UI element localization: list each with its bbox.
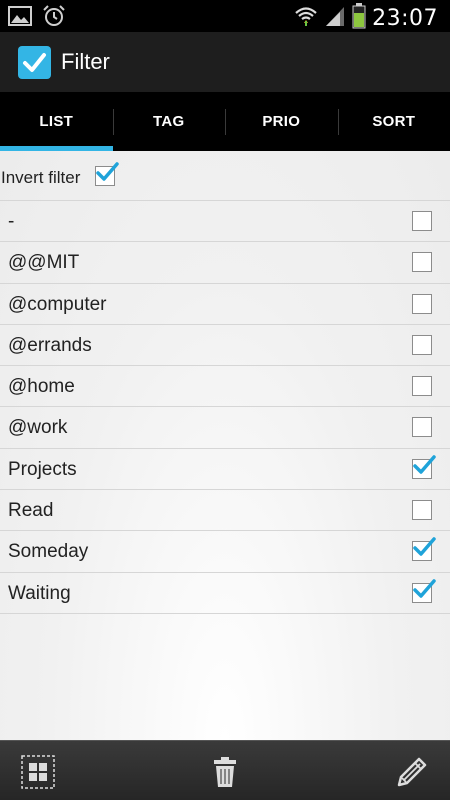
battery-icon <box>352 3 366 34</box>
select-all-icon[interactable] <box>21 755 55 789</box>
checkbox-box <box>412 537 436 562</box>
list-item-checkbox[interactable] <box>412 293 432 314</box>
invert-filter-row[interactable]: Invert filter <box>0 151 450 201</box>
list-item-label: @home <box>8 376 75 398</box>
list-item-label: @@MIT <box>8 252 80 274</box>
alarm-icon <box>42 5 66 32</box>
checkbox-box <box>412 252 432 273</box>
checkbox-box <box>412 334 432 355</box>
checkmark-icon <box>413 578 436 598</box>
tab-label: LIST <box>39 113 74 130</box>
tab-label: SORT <box>372 113 416 130</box>
checkbox-box <box>95 162 119 186</box>
list-item[interactable]: Someday <box>0 531 450 573</box>
list-item[interactable]: Projects <box>0 449 450 491</box>
tab-prio[interactable]: PRIO <box>225 92 338 151</box>
edit-icon[interactable] <box>395 755 429 789</box>
checkbox-box <box>412 376 432 397</box>
list-item-checkbox[interactable] <box>412 417 432 438</box>
list-item-checkbox[interactable] <box>412 252 432 273</box>
filter-list: - @@MIT @computer @errands @home @work Project… <box>0 201 450 614</box>
signal-icon <box>324 4 346 33</box>
tab-tag[interactable]: TAG <box>112 92 226 151</box>
list-item[interactable]: @computer <box>0 284 450 325</box>
list-item-checkbox[interactable] <box>412 334 432 355</box>
checkbox-box <box>412 211 432 231</box>
list-item-checkbox[interactable] <box>412 500 432 521</box>
bottom-bar <box>0 740 450 800</box>
list-item[interactable]: - <box>0 201 450 243</box>
list-item-label: Someday <box>8 541 89 563</box>
checkbox-app-icon[interactable] <box>17 45 52 80</box>
list-item[interactable]: @@MIT <box>0 242 450 284</box>
list-item[interactable]: @home <box>0 366 450 408</box>
checkbox-box <box>412 293 432 314</box>
list-item-label: @errands <box>8 334 92 356</box>
checkbox-box <box>412 500 432 521</box>
list-item[interactable]: @work <box>0 407 450 449</box>
tab-label: TAG <box>153 113 185 130</box>
list-item[interactable]: Read <box>0 490 450 532</box>
checkbox-box <box>412 417 432 438</box>
list-item-checkbox[interactable] <box>412 376 432 397</box>
invert-filter-checkbox[interactable] <box>95 162 119 186</box>
list-item-checkbox[interactable] <box>412 578 436 603</box>
checkmark-icon <box>413 455 436 474</box>
list-item-label: @work <box>8 417 68 439</box>
list-item-label: @computer <box>8 293 107 315</box>
trash-icon[interactable] <box>208 755 242 789</box>
list-item[interactable]: Waiting <box>0 573 450 614</box>
checkbox-box <box>412 578 436 603</box>
tab-bar: LIST TAG PRIO SORT <box>0 92 450 151</box>
list-item-label: Projects <box>8 458 77 480</box>
list-item-label: - <box>8 211 15 232</box>
checkmark-icon <box>413 537 436 557</box>
list-item-checkbox[interactable] <box>412 211 432 231</box>
status-time: 23:07 <box>372 6 438 31</box>
filter-content: Invert filter - @@MIT @computer @errands @ho… <box>0 151 450 740</box>
tab-label: PRIO <box>262 113 301 130</box>
list-item-label: Waiting <box>8 582 71 604</box>
invert-filter-label: Invert filter <box>1 168 81 187</box>
checkbox-box <box>412 455 436 479</box>
checkmark-icon <box>96 162 119 181</box>
tab-sort[interactable]: SORT <box>337 92 450 151</box>
gallery-icon <box>8 6 32 31</box>
wifi-icon <box>294 4 318 33</box>
list-item-checkbox[interactable] <box>412 537 436 562</box>
list-item[interactable]: @errands <box>0 325 450 367</box>
tab-list[interactable]: LIST <box>0 92 113 151</box>
action-bar: Filter <box>0 32 450 92</box>
page-title: Filter <box>61 49 110 74</box>
list-item-label: Read <box>8 500 54 522</box>
list-item-checkbox[interactable] <box>412 455 436 479</box>
status-bar: 23:07 <box>0 0 450 32</box>
